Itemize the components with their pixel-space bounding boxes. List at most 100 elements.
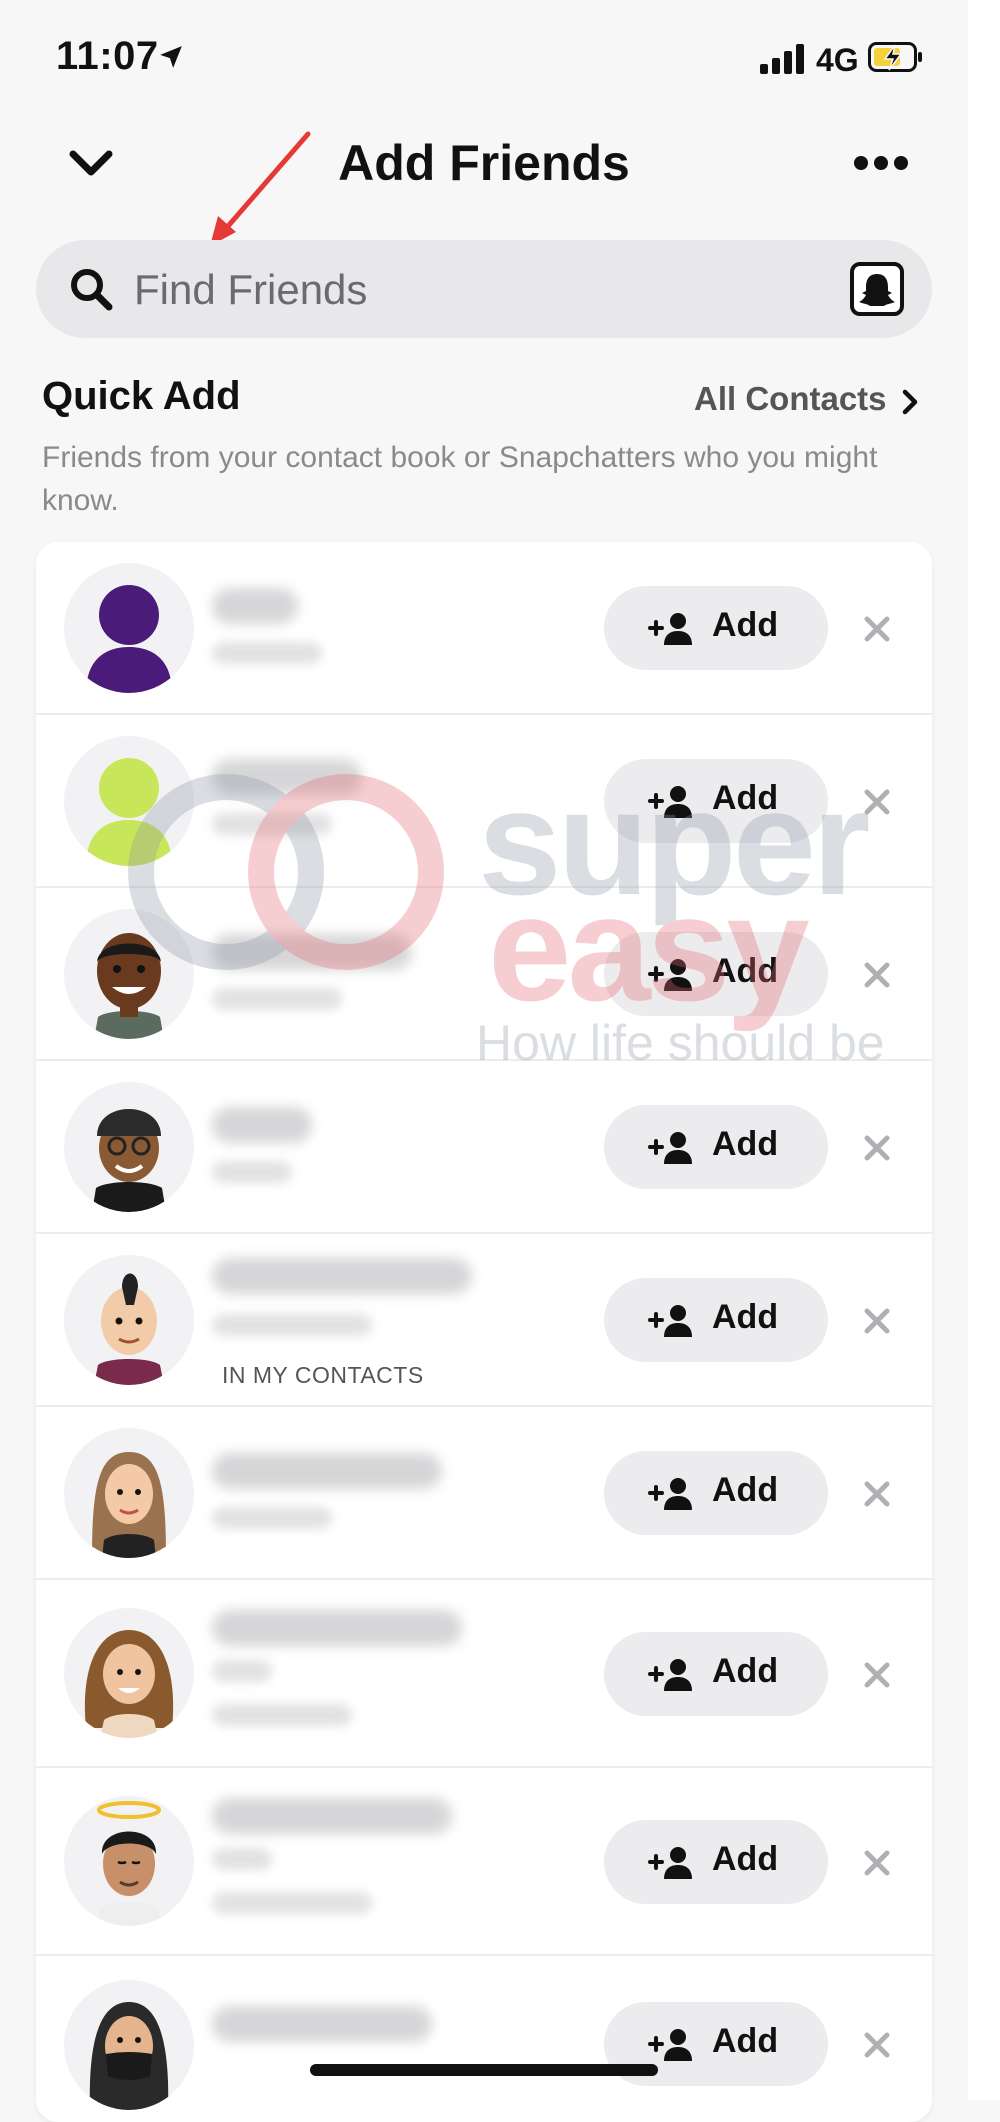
friend-name-redacted [212,2006,432,2042]
close-icon[interactable] [862,614,892,644]
avatar [64,1608,194,1738]
friend-username-redacted [212,1704,352,1726]
add-friend-button[interactable]: Add [604,1278,828,1362]
add-person-icon [648,959,692,991]
friend-username-redacted [212,1892,372,1914]
find-friends-search-bar[interactable] [36,240,932,338]
close-icon[interactable] [862,1133,892,1163]
snapcode-scan-button[interactable] [850,262,904,316]
battery-charging-icon [868,42,922,72]
add-button-label: Add [712,1471,779,1509]
list-item: IN MY CONTACTS Add [36,1234,932,1407]
close-icon[interactable] [862,1479,892,1509]
bitmoji-beanie-glasses-avatar [92,1109,166,1212]
friend-username-redacted [212,1161,292,1183]
add-person-icon [648,1478,692,1510]
avatar [64,1796,194,1926]
bitmoji-halo-avatar [96,1801,162,1926]
close-icon[interactable] [862,2030,892,2060]
friend-username-redacted [212,1507,332,1529]
top-bar: Add Friends [0,120,968,210]
chevron-right-icon[interactable] [900,388,922,416]
add-button-label: Add [712,606,779,644]
page-title: Add Friends [338,135,630,191]
search-input[interactable] [132,260,776,320]
friend-name-redacted [212,1107,312,1143]
close-icon[interactable] [862,1306,892,1336]
avatar [64,736,194,866]
search-icon [71,269,113,311]
list-item: Add [36,1061,932,1234]
add-friend-button[interactable]: Add [604,932,828,1016]
add-person-icon [648,1659,692,1691]
friend-username-redacted [212,1848,272,1870]
friend-username-redacted [212,813,332,835]
bitmoji-masked-avatar [89,2002,169,2110]
location-arrow-icon [160,46,182,68]
avatar [64,909,194,1039]
add-friend-button[interactable]: Add [604,1105,828,1189]
friend-name-redacted [212,759,362,795]
edge-strip [968,0,1000,2100]
add-person-icon [648,2029,692,2061]
friend-username-redacted [212,1660,272,1682]
add-person-icon [648,786,692,818]
close-icon[interactable] [862,1660,892,1690]
add-button-label: Add [712,2022,779,2060]
add-button-label: Add [712,1125,779,1163]
add-button-label: Add [712,1298,779,1336]
quick-add-heading: Quick Add [42,374,241,418]
add-button-label: Add [712,952,779,990]
add-friend-button[interactable]: Add [604,1632,828,1716]
friend-name-redacted [212,1258,472,1294]
add-friend-button[interactable]: Add [604,1820,828,1904]
add-friend-button[interactable]: Add [604,759,828,843]
add-person-icon [648,613,692,645]
close-icon[interactable] [862,787,892,817]
friend-name-redacted [212,934,412,970]
friend-name-redacted [212,1453,442,1489]
friend-name-redacted [212,1610,462,1646]
add-person-icon [648,1305,692,1337]
purple-silhouette-avatar [86,585,172,693]
add-button-label: Add [712,1652,779,1690]
more-options-icon[interactable] [854,156,908,172]
list-item: Add [36,1956,932,2122]
cellular-signal-icon [760,44,806,74]
list-item: Add [36,715,932,888]
annotation-arrow-icon [210,131,311,246]
in-my-contacts-label: IN MY CONTACTS [222,1362,424,1388]
add-person-icon [648,1847,692,1879]
friend-username-redacted [212,1314,372,1336]
status-time: 11:07 [56,34,159,78]
status-bar: 11:07 4G [0,0,968,110]
avatar [64,1082,194,1212]
ghost-icon [859,274,895,306]
list-item: Add [36,1580,932,1768]
avatar [64,1255,194,1385]
add-button-label: Add [712,1840,779,1878]
list-item: Add [36,542,932,715]
add-button-label: Add [712,779,779,817]
add-friend-button[interactable]: Add [604,1451,828,1535]
home-indicator[interactable] [310,2064,658,2076]
close-icon[interactable] [862,960,892,990]
friend-name-redacted [212,588,298,624]
add-friends-screen: 11:07 4G Add Friends Find Friends Quick … [0,0,968,2122]
bitmoji-smiling-man-avatar [94,933,164,1039]
avatar [64,1980,194,2110]
friend-username-redacted [212,988,342,1010]
avatar [64,1428,194,1558]
all-contacts-link[interactable]: All Contacts [694,380,887,418]
bitmoji-mohawk-avatar [94,1273,164,1385]
network-type: 4G [816,42,859,78]
friend-username-redacted [212,642,322,664]
quick-add-list: Add Add Add Add IN MY CONTACTS Add Add A… [36,542,932,2122]
add-friend-button[interactable]: Add [604,586,828,670]
bitmoji-long-hair-woman-avatar [92,1452,166,1558]
close-icon[interactable] [862,1848,892,1878]
avatar [64,563,194,693]
add-person-icon [648,1132,692,1164]
friend-name-redacted [212,1798,452,1834]
bitmoji-wavy-hair-woman-avatar [84,1630,174,1738]
